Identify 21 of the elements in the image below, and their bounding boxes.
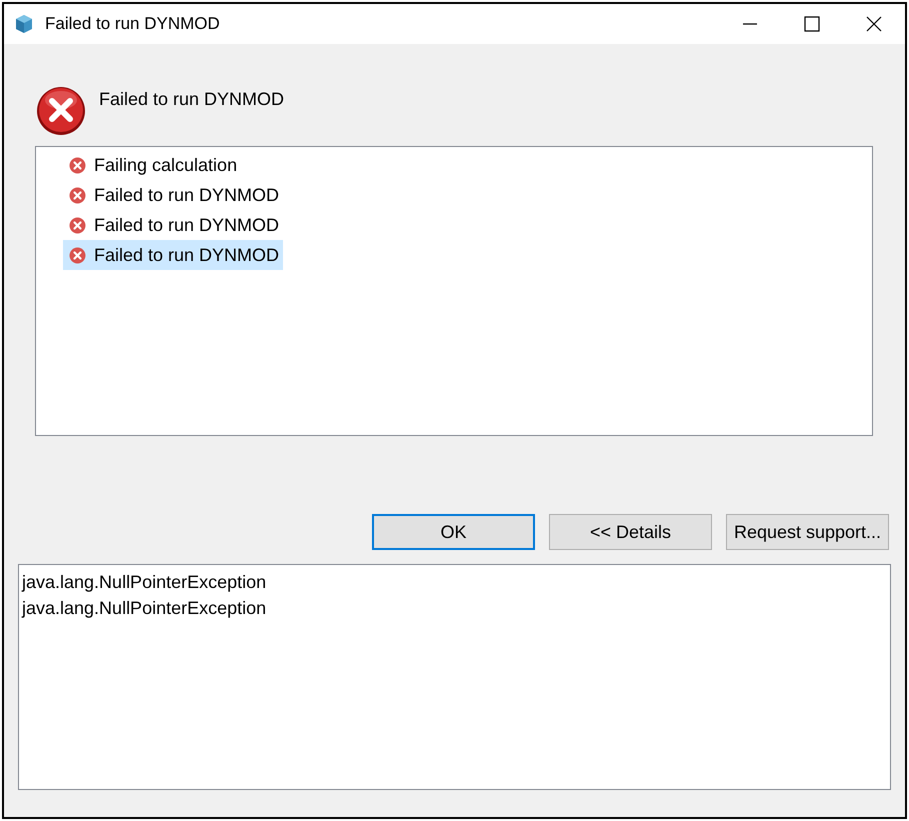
error-icon [69,186,86,204]
error-icon [69,246,86,264]
dialog-button[interactable]: Request support... [726,514,889,550]
window-title: Failed to run DYNMOD [45,13,220,36]
error-message: Failed to run DYNMOD [99,88,284,110]
error-icon [69,156,86,174]
maximize-icon [804,16,820,32]
error-icon [69,216,86,234]
minimize-icon [742,23,758,25]
problem-item[interactable]: Failed to run DYNMOD [63,180,284,210]
details-line: java.lang.NullPointerException [22,571,266,594]
error-icon [35,84,87,136]
problem-item[interactable]: Failed to run DYNMOD [63,240,284,270]
details-text-area[interactable]: java.lang.NullPointerException java.lang.NullPointerException [18,564,891,790]
dialog-button[interactable]: OK [372,514,535,550]
details-line: java.lang.NullPointerException [22,597,266,620]
problem-item[interactable]: Failed to run DYNMOD [63,210,284,240]
dialog-button[interactable]: << Details [549,514,712,550]
close-icon [866,16,882,32]
app-cube-icon [13,13,35,35]
problem-item[interactable]: Failing calculation [63,150,242,180]
